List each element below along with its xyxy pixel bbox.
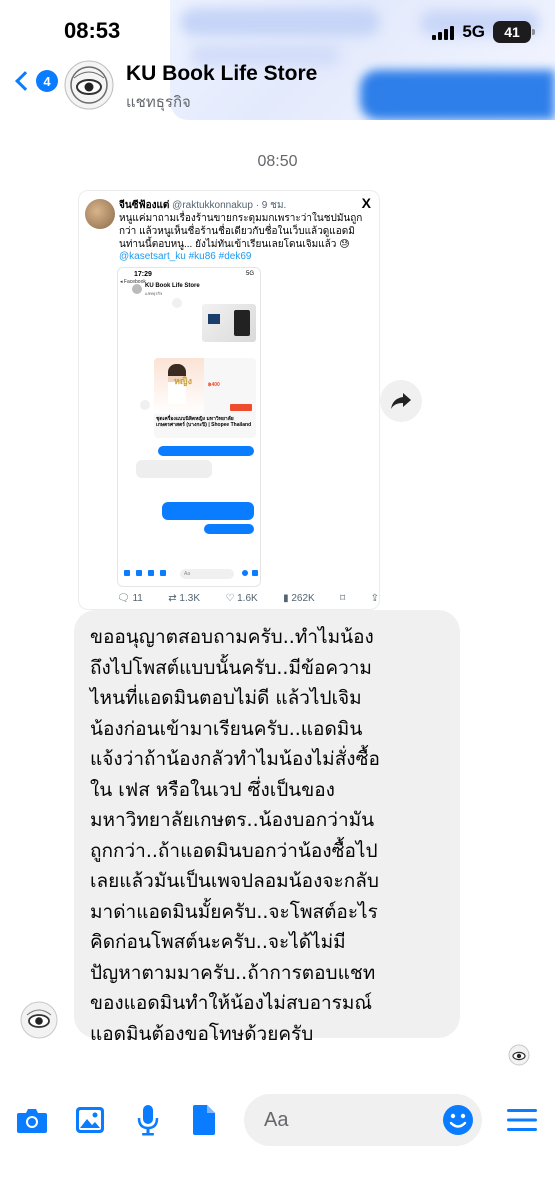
- post-author-handle: @raktukkonnakup · 9 ชม.: [172, 200, 287, 211]
- forward-share-button[interactable]: [380, 380, 422, 422]
- status-indicators: 5G 41: [432, 20, 535, 44]
- share-arrow-icon: [391, 393, 411, 409]
- message-line: ขออนุญาตสอบถามครับ..ทำไมน้อง: [90, 626, 374, 648]
- mini-bubble-blue-2: [162, 502, 254, 520]
- mini-avatar: [132, 284, 142, 294]
- chevron-left-icon: [15, 71, 35, 91]
- battery-icon: 41: [493, 21, 535, 43]
- microphone-icon[interactable]: [132, 1104, 164, 1136]
- view-count: 262K: [291, 593, 315, 604]
- message-text: ขออนุญาตสอบถามครับ..ทำไมน้อง ถึงไปโพสต์แ…: [90, 622, 446, 1049]
- bookmark-icon: ⌑: [340, 593, 346, 604]
- reply-count: 11: [132, 593, 143, 604]
- mini-product-price: ฿400: [208, 382, 220, 388]
- message-line: ถึงไปโพสต์แบบนั้นครับ..มีข้อความ: [90, 656, 372, 679]
- post-author-avatar: [85, 199, 115, 229]
- mini-subtitle: แชทธุรกิจ: [145, 291, 163, 296]
- post-tags: @kasetsart_ku #ku86 #dek69: [119, 251, 252, 262]
- mini-share-icon-2: [140, 400, 150, 410]
- message-line: ของแอดมินทำให้น้องไม่สบอารมณ์: [90, 992, 373, 1014]
- like-count: 1.6K: [237, 593, 258, 604]
- status-time: 08:53: [64, 18, 121, 43]
- unread-count-badge: 4: [36, 70, 58, 92]
- message-line: เลยแล้วมันเป็นเพจปลอมน้องจะกลับ: [90, 870, 379, 892]
- camera-icon[interactable]: [16, 1104, 48, 1136]
- post-author: จีนซีฟ้องแต่ @raktukkonnakup · 9 ชม.: [119, 198, 286, 213]
- image-icon[interactable]: [74, 1104, 106, 1136]
- message-line: มาด่าแอดมินมั้ยครับ..จะโพสต์อะไร: [90, 900, 378, 923]
- message-input[interactable]: Aa: [244, 1094, 482, 1146]
- mini-status-time: 17:29: [134, 271, 152, 278]
- mini-input: Aa: [180, 569, 234, 579]
- message-line: แจ้งว่าถ้าน้องกลัวทำไมน้องไม่สั่งซื้อ: [90, 748, 380, 770]
- network-label: 5G: [462, 22, 485, 41]
- message-line: แอดมินต้องขอโทษด้วยครับ: [90, 1022, 314, 1045]
- chat-title[interactable]: KU Book Life Store: [126, 62, 317, 86]
- chat-subtitle: แชทธุรกิจ: [126, 94, 191, 111]
- x-logo-icon: X: [361, 195, 371, 211]
- message-line: คิดก่อนโพสต์นะครับ..จะได้ไม่มี: [90, 931, 346, 953]
- battery-level: 41: [504, 24, 520, 40]
- post-text: หนูแค่มาถามเรื่องร้านขายกระดุมมกเพราะว่า…: [119, 213, 363, 250]
- reply-stat: 🗨 11: [117, 593, 143, 604]
- mini-bubble-grey: [136, 460, 212, 478]
- message-line: ใน เฟส หรือในเวป ซึ่งเป็นของ: [90, 778, 335, 801]
- emoji-icon[interactable]: [442, 1104, 474, 1136]
- mini-product-label: หญิง: [174, 376, 192, 386]
- message-line: ถูกกว่า..ถ้าแอดมินบอกว่าน้องซื้อไป: [90, 839, 378, 862]
- mini-product-card: หญิง ฿400 ชุดเครื่องแบบนิสิตหญิง มหาวิทย…: [154, 358, 256, 438]
- blurred-notification: [170, 0, 555, 120]
- message-line: มหาวิทยาลัยเกษตร..น้องบอกว่ามัน: [90, 809, 375, 831]
- mini-bubble-blue-3: [204, 524, 254, 534]
- message-line: น้องก่อนเข้ามาเรียนครับ..แอดมิน: [90, 717, 363, 740]
- sender-avatar[interactable]: [20, 1001, 58, 1039]
- post-embedded-screenshot: 17:29 5G ◂ Facebook KU Book Life Store แ…: [117, 267, 261, 587]
- post-stats: 🗨 11 ⇄ 1.3K ♡ 1.6K ▮ 262K ⌑ ⇪: [117, 593, 379, 604]
- seen-receipt-avatar: [508, 1044, 530, 1066]
- mini-product-title: ชุดเครื่องแบบนิสิตหญิง มหาวิทยาลัยเกษตรศ…: [156, 416, 252, 428]
- message-line: ปัญหาตามมาครับ..ถ้าการตอบแชท: [90, 961, 376, 984]
- mini-bubble-blue: [158, 446, 254, 456]
- mini-title: KU Book Life Store: [145, 283, 200, 289]
- message-line: ไหนที่แอดมินตอบไม่ดี แล้วไปเจิม: [90, 687, 362, 709]
- mini-composer: Aa: [118, 568, 260, 580]
- view-stat: ▮ 262K: [283, 593, 315, 604]
- post-author-name: จีนซีฟ้องแต่: [119, 200, 170, 211]
- signal-icon: [432, 24, 455, 40]
- mini-status-network: 5G: [245, 271, 254, 277]
- back-button[interactable]: 4: [12, 70, 58, 92]
- share-icon: ⇪: [370, 593, 379, 604]
- message-bubble[interactable]: ขออนุญาตสอบถามครับ..ทำไมน้อง ถึงไปโพสต์แ…: [74, 610, 460, 1045]
- composer-bar: Aa: [0, 1086, 555, 1156]
- repost-stat: ⇄ 1.3K: [168, 593, 200, 604]
- store-avatar[interactable]: [64, 60, 114, 110]
- like-stat: ♡ 1.6K: [225, 593, 258, 604]
- document-icon[interactable]: [188, 1104, 220, 1136]
- mini-share-icon: [172, 298, 182, 308]
- mini-product-image: [202, 304, 256, 342]
- repost-count: 1.3K: [179, 593, 200, 604]
- message-timestamp: 08:50: [257, 153, 298, 170]
- message-input-placeholder: Aa: [264, 1109, 289, 1131]
- shared-post-card[interactable]: จีนซีฟ้องแต่ @raktukkonnakup · 9 ชม. X ห…: [78, 190, 380, 610]
- menu-icon[interactable]: [506, 1104, 538, 1136]
